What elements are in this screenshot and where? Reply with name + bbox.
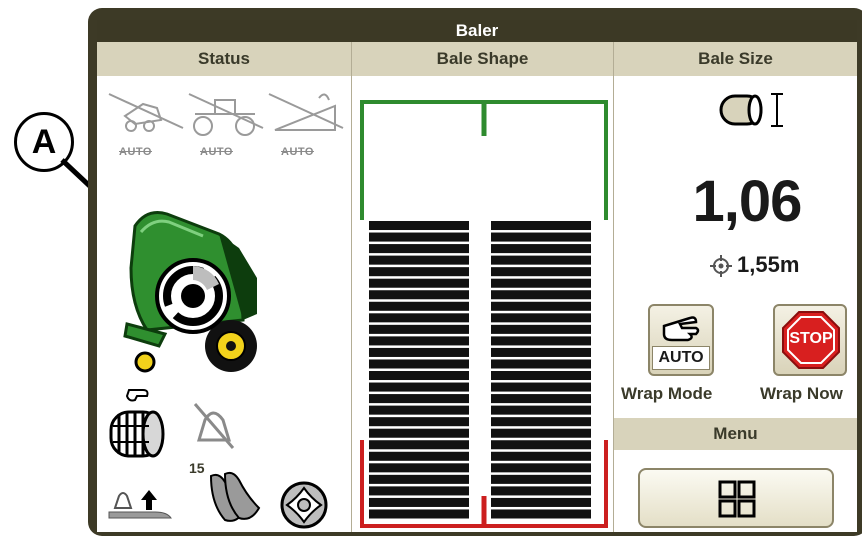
bale-right-bar <box>491 382 591 392</box>
wrap-now-button[interactable]: STOP <box>773 304 847 376</box>
wrap-mode-value: AUTO <box>652 346 710 370</box>
callout-a: A <box>14 112 74 172</box>
bale-left-bar <box>369 509 469 519</box>
bale-right-bar <box>491 336 591 346</box>
wrap-now-label: Wrap Now <box>760 384 843 403</box>
bale-diameter-value: 1,55m <box>737 252 800 277</box>
tailgate-lift-icon <box>108 490 172 519</box>
crosshair-icon <box>710 255 732 277</box>
bale-left-bar <box>369 394 469 404</box>
bale-left-bar <box>369 428 469 438</box>
bale-right-bar <box>491 394 591 404</box>
bale-left-bar <box>369 221 469 231</box>
bale-right-bar <box>491 440 591 450</box>
bale-left-bar <box>369 301 469 311</box>
column-divider <box>351 42 352 532</box>
pickup-icon <box>280 481 328 529</box>
bale-right-bar <box>491 509 591 519</box>
bale-right-bar <box>491 267 591 277</box>
ramp-auto-disabled-icon[interactable] <box>265 86 347 146</box>
bale-right-bar <box>491 463 591 473</box>
net-wrap-roll-icon <box>109 389 165 458</box>
bale-diameter-icon <box>719 93 783 127</box>
bale-left-bar <box>369 232 469 242</box>
auto-label: AUTO <box>119 146 152 158</box>
bale-left-bar <box>369 382 469 392</box>
bale-left-bar <box>369 417 469 427</box>
bale-right-bar <box>491 417 591 427</box>
bale-left-bar <box>369 440 469 450</box>
column-divider <box>613 42 614 532</box>
bale-right-bar <box>491 290 591 300</box>
auto-label: AUTO <box>200 146 233 158</box>
bale-right-bar <box>491 486 591 496</box>
bale-right-bar <box>491 405 591 415</box>
bale-right-bar <box>491 474 591 484</box>
bale-left-bar <box>369 359 469 369</box>
bale-right-bar <box>491 232 591 242</box>
bale-right-bar <box>491 278 591 288</box>
bale-right-bar <box>491 244 591 254</box>
bale-right-bar <box>491 313 591 323</box>
bale-left-bar <box>369 486 469 496</box>
bale-left-bar <box>369 255 469 265</box>
bale-shape-column-header: Bale Shape <box>352 42 613 76</box>
bale-right-bar <box>491 359 591 369</box>
bale-right-bar <box>491 371 591 381</box>
bale-left-bar <box>369 371 469 381</box>
tailgate-disabled-icon <box>193 403 235 449</box>
bale-size-value: 1,06 <box>692 169 803 234</box>
bale-left-bar <box>369 347 469 357</box>
bale-left-bar <box>369 451 469 461</box>
bale-left-bar <box>369 278 469 288</box>
wrap-mode-button[interactable]: AUTO <box>648 304 714 376</box>
status-column-header: Status <box>97 42 351 76</box>
bale-left-bar <box>369 313 469 323</box>
tractor-baler-auto-disabled-icon[interactable] <box>105 86 187 146</box>
bale-left-bar <box>369 267 469 277</box>
bale-right-bar <box>491 428 591 438</box>
bale-left-bar <box>369 497 469 507</box>
page-title: Baler <box>97 20 857 42</box>
display-frame: Baler Status Bale Shape Bale Size AUTO A… <box>88 8 862 536</box>
bale-right-bar <box>491 451 591 461</box>
bale-right-bar <box>491 347 591 357</box>
bale-size-column-header: Bale Size <box>614 42 857 76</box>
bale-right-bar <box>491 324 591 334</box>
bale-left-bar <box>369 244 469 254</box>
bale-left-bar <box>369 474 469 484</box>
tractor-auto-disabled-icon[interactable] <box>185 86 267 146</box>
bale-right-bar <box>491 497 591 507</box>
knife-count: 15 <box>189 460 205 476</box>
hand-pointer-icon <box>662 316 700 342</box>
auto-label: AUTO <box>281 146 314 158</box>
bale-right-bar <box>491 221 591 231</box>
wrap-mode-label: Wrap Mode <box>621 384 713 403</box>
bale-left-bar <box>369 324 469 334</box>
stop-sign-text: STOP <box>789 330 833 347</box>
grid-menu-icon <box>718 480 756 518</box>
menu-header: Menu <box>614 418 857 450</box>
baler-screen: Baler Status Bale Shape Bale Size AUTO A… <box>97 20 857 532</box>
bale-right-bar <box>491 301 591 311</box>
bale-left-bar <box>369 290 469 300</box>
bale-left-bar <box>369 336 469 346</box>
bale-right-bar <box>491 255 591 265</box>
bale-left-bar <box>369 463 469 473</box>
menu-button[interactable] <box>638 468 834 528</box>
baler-wrap-status-icon <box>123 211 257 373</box>
bale-left-bar <box>369 405 469 415</box>
bale-shape-graphic <box>360 100 608 528</box>
